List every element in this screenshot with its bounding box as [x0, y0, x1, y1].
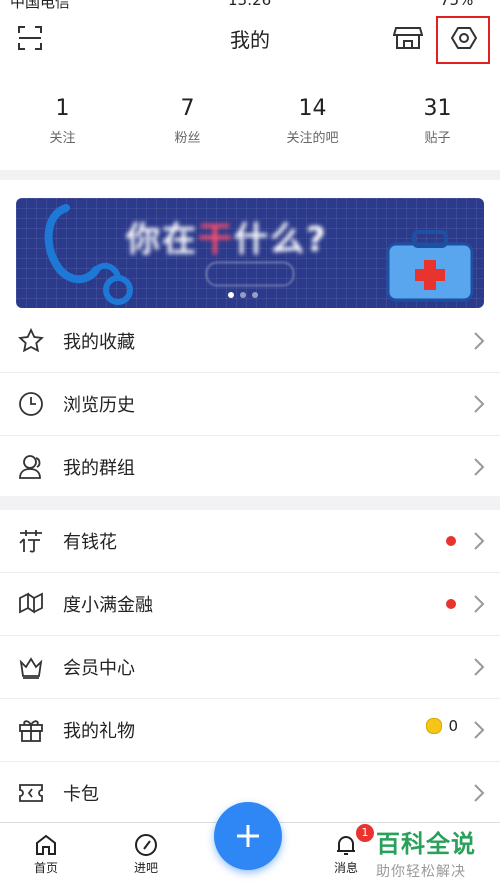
pagination-dot-active	[228, 292, 234, 298]
stat-label: 关注的吧	[286, 131, 339, 146]
chevron-right-icon	[474, 332, 485, 350]
banner-section: 你在干什么?	[0, 180, 500, 310]
menu-item-label: 卡包	[63, 784, 99, 805]
menu-item-favorites[interactable]: 我的收藏	[0, 310, 500, 373]
battery-text: 75%	[440, 0, 474, 9]
menu-item-youqianhua[interactable]: 有钱花	[0, 510, 500, 573]
coin-icon	[426, 718, 443, 734]
watermark-subtitle: 助你轻松解决	[376, 864, 466, 880]
menu-item-label: 会员中心	[63, 658, 135, 679]
menu-item-label: 有钱花	[63, 532, 117, 553]
gift-count-value: 0	[448, 717, 458, 735]
menu-item-label: 我的群组	[63, 458, 135, 479]
promo-banner[interactable]: 你在干什么?	[16, 198, 484, 308]
pagination-dot	[252, 292, 258, 298]
create-post-button[interactable]	[214, 802, 282, 870]
message-badge: 1	[356, 824, 374, 842]
profile-stats: 1 关注 7 粉丝 14 关注的吧 31 贴子	[0, 66, 500, 170]
gift-count: 0	[426, 717, 458, 735]
notification-dot	[446, 599, 456, 609]
tab-home[interactable]: 首页	[16, 831, 76, 876]
banner-text-b: 在	[162, 220, 198, 260]
menu-item-label: 我的收藏	[63, 332, 135, 353]
stat-value: 14	[298, 96, 327, 121]
menu-group-2: 有钱花 度小满金融 会员中心 我的礼物 0 卡包	[0, 510, 500, 822]
chevron-right-icon	[474, 458, 485, 476]
banner-text-d: 什么?	[234, 220, 328, 260]
status-bar: 中国电信 13:26 75%	[0, 0, 500, 10]
chevron-right-icon	[474, 784, 485, 802]
menu-group-1: 我的收藏 浏览历史 我的群组	[0, 310, 500, 496]
compass-icon	[116, 831, 176, 859]
watermark-title: 百科全说	[376, 830, 476, 858]
watermark: 百科全说 助你轻松解决	[376, 824, 476, 881]
stat-fans[interactable]: 7 粉丝	[125, 66, 250, 170]
tab-label: 首页	[33, 861, 58, 875]
crown-icon	[17, 653, 45, 681]
gift-icon	[17, 716, 45, 744]
chevron-right-icon	[474, 395, 485, 413]
chevron-right-icon	[474, 658, 485, 676]
settings-highlight-box	[436, 16, 490, 64]
menu-item-gifts[interactable]: 我的礼物 0	[0, 699, 500, 762]
banner-headline: 你在干什么?	[126, 212, 328, 261]
stat-value: 7	[180, 96, 195, 121]
banner-pagination	[228, 292, 258, 298]
menu-item-membership[interactable]: 会员中心	[0, 636, 500, 699]
menu-item-groups[interactable]: 我的群组	[0, 436, 500, 498]
stat-following[interactable]: 1 关注	[0, 66, 125, 170]
stethoscope-icon	[44, 204, 133, 305]
stat-followed-bars[interactable]: 14 关注的吧	[250, 66, 375, 170]
clock-text: 13:26	[228, 0, 272, 9]
chevron-right-icon	[474, 532, 485, 550]
banner-text-c: 干	[198, 220, 234, 260]
tab-label: 消息	[333, 861, 358, 875]
menu-item-label: 度小满金融	[63, 595, 153, 616]
group-icon	[17, 453, 45, 481]
finance-icon	[17, 590, 45, 618]
star-icon	[17, 327, 45, 355]
pagination-dot	[240, 292, 246, 298]
menu-item-label: 浏览历史	[63, 395, 135, 416]
menu-item-label: 我的礼物	[63, 721, 135, 742]
chevron-right-icon	[474, 595, 485, 613]
menu-item-history[interactable]: 浏览历史	[0, 373, 500, 436]
store-icon[interactable]	[390, 20, 426, 56]
stat-label: 贴子	[424, 131, 451, 146]
carrier-text: 中国电信	[10, 0, 71, 10]
stat-label: 关注	[49, 131, 76, 146]
tab-enter-bar[interactable]: 进吧	[116, 831, 176, 876]
ticket-icon	[17, 779, 45, 807]
banner-text-a: 你	[126, 220, 162, 260]
stat-posts[interactable]: 31 贴子	[375, 66, 500, 170]
menu-item-duxiaoman[interactable]: 度小满金融	[0, 573, 500, 636]
stat-value: 1	[55, 96, 70, 121]
medical-kit-icon	[386, 230, 474, 302]
home-icon	[16, 831, 76, 859]
tab-label: 进吧	[133, 861, 158, 875]
notification-dot	[446, 536, 456, 546]
stat-value: 31	[423, 96, 452, 121]
chevron-right-icon	[474, 721, 485, 739]
stat-label: 粉丝	[174, 131, 201, 146]
plus-icon	[237, 825, 259, 847]
banner-button	[206, 262, 294, 286]
top-bar: 我的	[0, 10, 500, 66]
clock-icon	[17, 390, 45, 418]
money-icon	[17, 527, 45, 555]
